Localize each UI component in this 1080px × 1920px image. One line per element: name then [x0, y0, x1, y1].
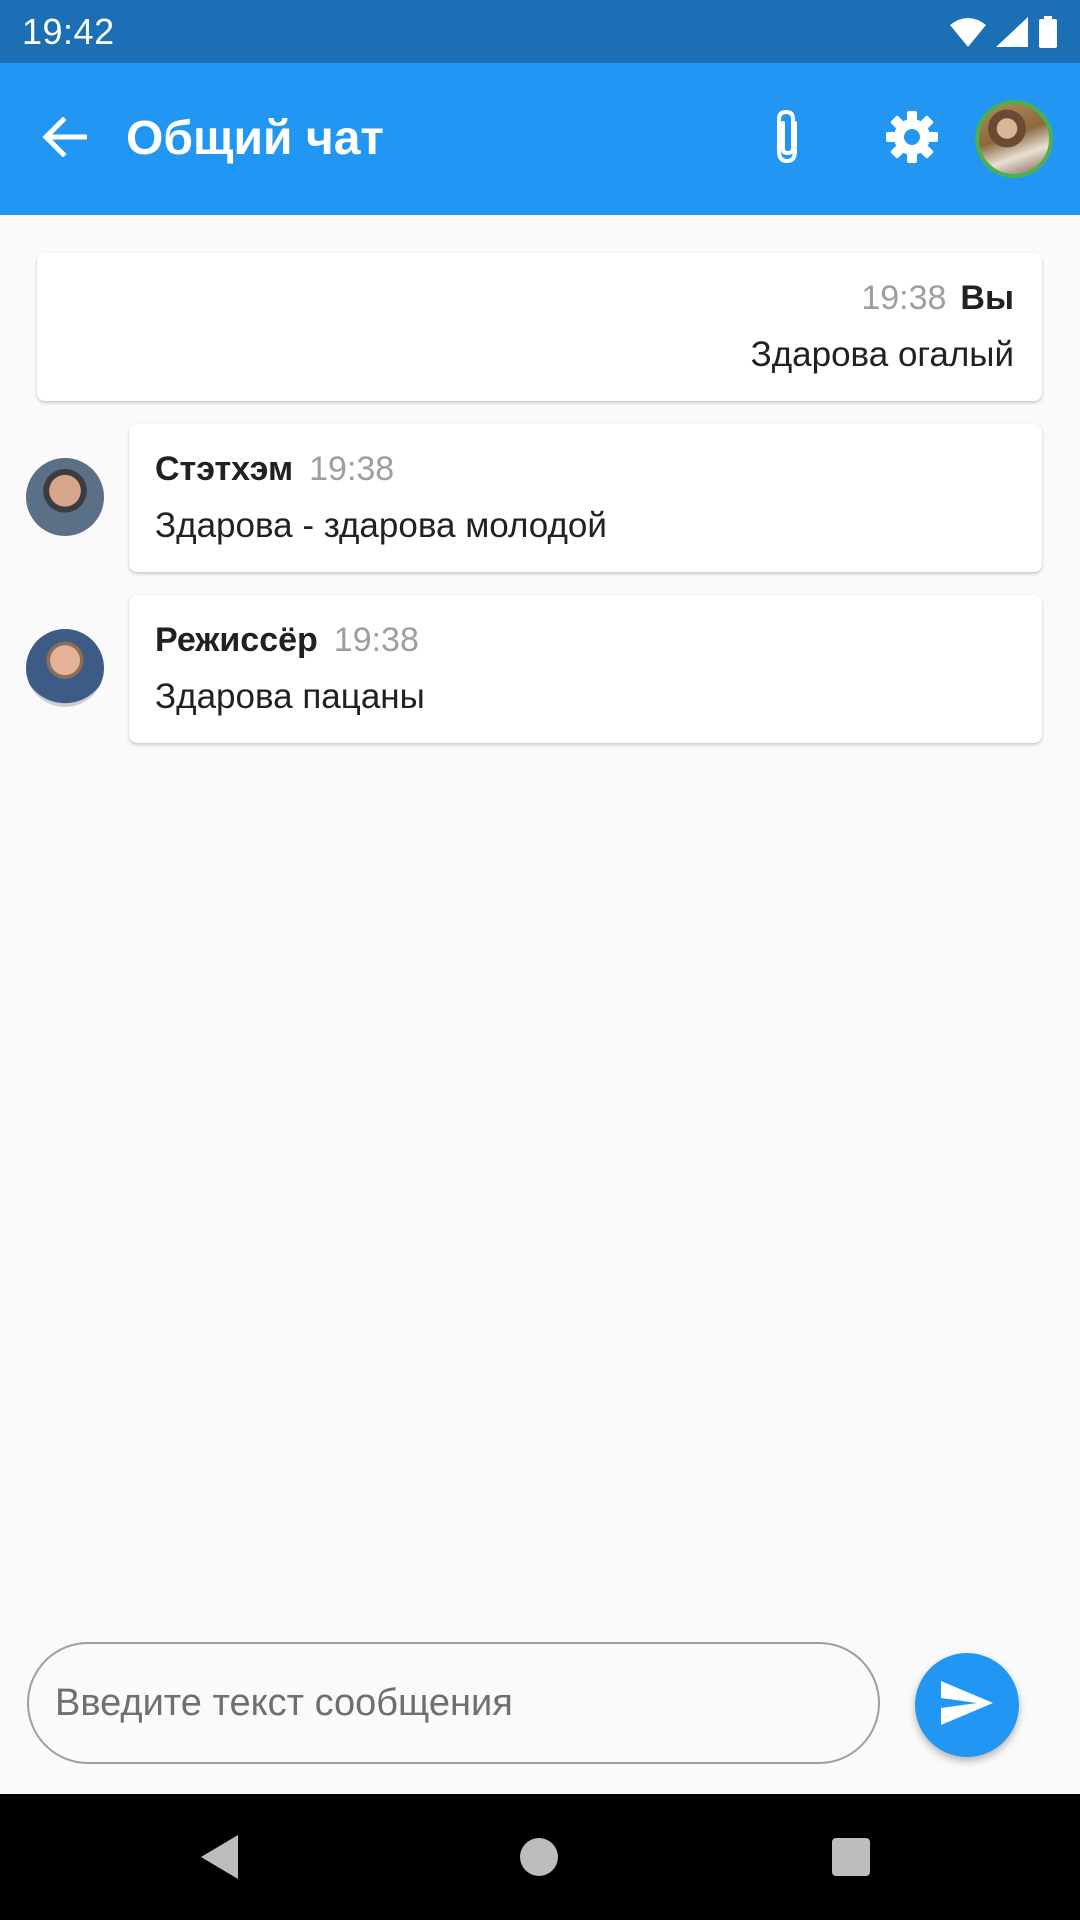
nav-back-icon[interactable] [200, 1834, 240, 1885]
message-time: 19:38 [861, 279, 947, 317]
nav-home-icon[interactable] [520, 1838, 558, 1876]
sender-avatar[interactable] [26, 629, 104, 707]
app-bar: Общий чат [0, 63, 1080, 215]
status-bar: 19:42 [0, 0, 1080, 63]
message-header: Стэтхэм 19:38 [155, 450, 394, 489]
message-author: Стэтхэм [155, 450, 294, 488]
arrow-left-icon [41, 115, 88, 162]
paperclip-icon [769, 107, 805, 172]
sender-avatar[interactable] [26, 458, 104, 536]
message-text: Здарова огалый [750, 335, 1014, 374]
message-time: 19:38 [333, 621, 419, 659]
message-card: Режиссёр 19:38 Здарова пацаны [129, 595, 1042, 743]
message-header: 19:38 Вы [861, 279, 1014, 318]
send-button[interactable] [915, 1653, 1019, 1757]
user-avatar[interactable] [975, 100, 1053, 178]
message-author: Вы [960, 279, 1014, 317]
cell-signal-icon [996, 16, 1028, 47]
battery-icon [1038, 15, 1058, 48]
attach-button[interactable] [755, 107, 819, 171]
settings-button[interactable] [880, 107, 944, 171]
message-card: Стэтхэм 19:38 Здарова - здарова молодой [129, 424, 1042, 572]
message-time: 19:38 [309, 450, 395, 488]
wifi-icon [950, 17, 986, 47]
message-text: Здарова - здарова молодой [155, 506, 607, 545]
status-icons [950, 15, 1058, 48]
message-input[interactable] [27, 1642, 880, 1764]
chat-screen: 19:42 Общий чат 19:38 Вы Здарова огалый … [0, 0, 1080, 1920]
message-header: Режиссёр 19:38 [155, 621, 419, 660]
message-card-own: 19:38 Вы Здарова огалый [37, 253, 1042, 401]
page-title: Общий чат [126, 112, 384, 165]
message-author: Режиссёр [155, 621, 318, 659]
gear-icon [885, 110, 939, 169]
send-icon [939, 1679, 995, 1732]
back-button[interactable] [36, 111, 92, 167]
nav-recents-icon[interactable] [832, 1838, 870, 1876]
status-time: 19:42 [22, 10, 115, 52]
message-text: Здарова пацаны [155, 677, 425, 716]
composer [0, 1640, 1080, 1765]
system-nav-bar [0, 1794, 1080, 1920]
